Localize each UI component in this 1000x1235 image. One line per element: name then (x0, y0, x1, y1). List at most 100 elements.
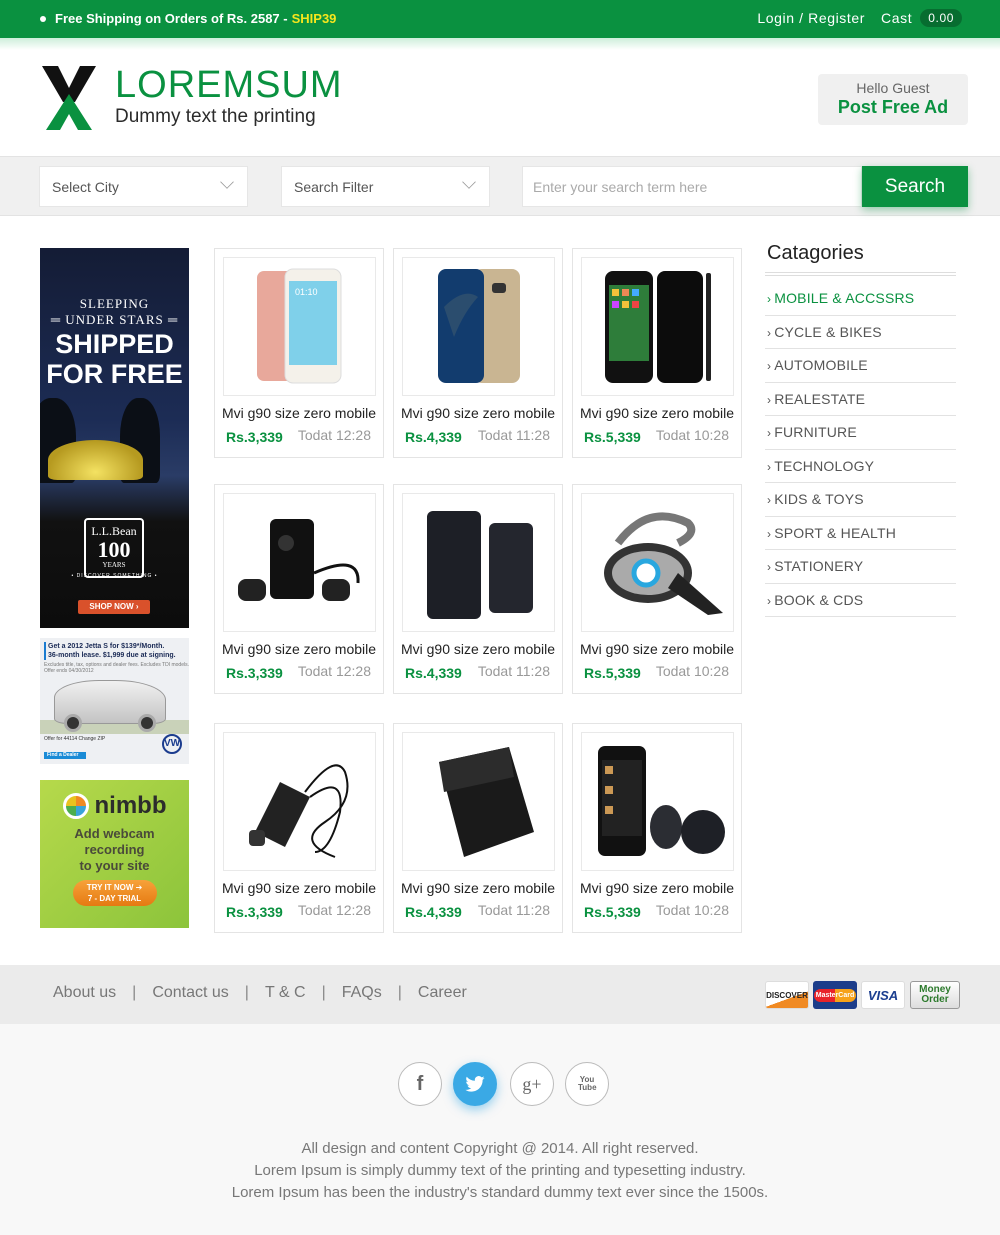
facebook-icon[interactable]: f (398, 1062, 442, 1106)
site-footer: f g+ You Tube All design and content Cop… (0, 1024, 1000, 1235)
google-plus-glyph: g+ (522, 1073, 542, 1094)
chevron-right-icon: › (767, 292, 772, 306)
logo-x-icon[interactable] (42, 66, 96, 130)
categories-title: Catagories (767, 242, 864, 264)
copyright-line: Lorem Ipsum has been the industry's stan… (231, 1184, 769, 1201)
product-title[interactable]: Mvi g90 size zero mobile (394, 405, 562, 421)
category-item[interactable]: › CYCLE & BIKES (765, 316, 956, 349)
llbean-years-number: 100 (97, 537, 131, 562)
category-item[interactable]: › BOOK & CDS (765, 584, 956, 617)
shop-now-button[interactable]: SHOP NOW › (78, 600, 150, 614)
category-item[interactable]: › TECHNOLOGY (765, 450, 956, 483)
product-card[interactable]: 01:10 Mvi g90 size zero mobile Rs.3,339 Tod… (214, 248, 384, 458)
promo-text: Free Shipping on Orders of Rs. 2587 - (55, 11, 288, 26)
footer-links-bar: About us | Contact us | T & C | FAQs | Career DI… (0, 965, 1000, 1024)
car-charger-image (248, 763, 348, 858)
link-separator: | (132, 984, 137, 1001)
footer-link-t-c[interactable]: T & C (265, 984, 306, 1002)
footer-link-career[interactable]: Career (418, 984, 467, 1002)
product-title[interactable]: Mvi g90 size zero mobile (215, 880, 383, 896)
twitter-icon[interactable] (453, 1062, 497, 1106)
login-register-link[interactable]: Login / Register (757, 10, 865, 26)
category-item[interactable]: › AUTOMOBILE (765, 349, 956, 383)
product-card[interactable]: Mvi g90 size zero mobile Rs.3,339 Todat 12… (214, 723, 384, 933)
product-image[interactable] (581, 257, 734, 396)
category-item[interactable]: › KIDS & TOYS (765, 483, 956, 517)
product-title[interactable]: Mvi g90 size zero mobile (215, 405, 383, 421)
nimbb-ad-banner[interactable]: nimbb Add webcam recording to your site … (40, 780, 189, 928)
product-title[interactable]: Mvi g90 size zero mobile (573, 405, 741, 421)
product-card[interactable]: Mvi g90 size zero mobile Rs.3,339 Todat 12… (214, 484, 384, 694)
category-label: TECHNOLOGY (774, 457, 875, 474)
product-card[interactable]: Mvi g90 size zero mobile Rs.5,339 Todat 10… (572, 723, 742, 933)
footer-link-contact-us[interactable]: Contact us (152, 984, 228, 1002)
product-price: Rs.3,339 (226, 665, 283, 681)
category-item[interactable]: › FURNITURE (765, 416, 956, 450)
promo-code: SHIP39 (291, 11, 337, 26)
categories-list: › MOBILE & ACCSSRS › CYCLE & BIKES › AUTOMOBI… (765, 282, 956, 617)
site-header: LOREMSUM Dummy text the printing Hello G… (0, 50, 1000, 156)
nimbb-logo: nimbb (40, 792, 189, 820)
product-title[interactable]: Mvi g90 size zero mobile (394, 880, 562, 896)
product-card[interactable]: Mvi g90 size zero mobile Rs.4,339 Todat 11… (393, 484, 563, 694)
google-plus-icon[interactable]: g+ (510, 1062, 554, 1106)
product-image[interactable] (581, 732, 734, 871)
brand-name[interactable]: LOREMSUM (115, 64, 343, 107)
twitter-bird-icon (465, 1076, 485, 1092)
category-item[interactable]: › MOBILE & ACCSSRS (765, 282, 956, 316)
guest-panel: Hello Guest Post Free Ad (818, 74, 968, 125)
visa-icon: VISA (861, 981, 905, 1009)
link-separator: | (244, 984, 249, 1001)
mastercard-label: MasterCard (813, 988, 857, 1002)
product-time: Todat 12:28 (297, 902, 371, 918)
top-bar: Free Shipping on Orders of Rs. 2587 - SH… (0, 0, 1000, 38)
product-title[interactable]: Mvi g90 size zero mobile (573, 880, 741, 896)
chevron-down-icon (462, 175, 476, 189)
chevron-right-icon: › (767, 593, 772, 608)
category-label: AUTOMOBILE (774, 357, 868, 373)
city-select[interactable]: Select City (39, 166, 248, 207)
cart-label[interactable]: Cast (881, 10, 912, 26)
product-title[interactable]: Mvi g90 size zero mobile (215, 641, 383, 657)
money-order-icon: Money Order (910, 981, 960, 1009)
footer-link-about-us[interactable]: About us (53, 984, 116, 1002)
product-image[interactable] (223, 732, 376, 871)
try-it-now-button[interactable]: TRY IT NOW ➔ 7 - DAY TRIAL (72, 880, 157, 906)
product-image[interactable]: 01:10 (223, 257, 376, 396)
category-label: KIDS & TOYS (774, 491, 864, 507)
category-item[interactable]: › SPORT & HEALTH (765, 517, 956, 550)
search-button[interactable]: Search (862, 166, 968, 207)
chevron-right-icon: › (767, 560, 772, 574)
product-title[interactable]: Mvi g90 size zero mobile (573, 641, 741, 657)
wheel-graphic (64, 714, 82, 732)
webcam-lens-icon (62, 793, 89, 819)
product-card[interactable]: Mvi g90 size zero mobile Rs.5,339 Todat 10… (572, 248, 742, 458)
cart-total-badge[interactable]: 0.00 (920, 9, 962, 27)
youtube-icon[interactable]: You Tube (565, 1062, 609, 1106)
find-dealer-button[interactable]: Find a Dealer (44, 752, 86, 759)
search-input[interactable] (522, 166, 862, 207)
llbean-ad-banner[interactable]: SLEEPING ═ UNDER STARS ═ SHIPPED FOR FRE… (40, 248, 189, 628)
vw-ad-banner[interactable]: Get a 2012 Jetta S for $139*/Month. 36-m… (40, 638, 189, 764)
product-image[interactable] (402, 257, 555, 396)
product-card[interactable]: Mvi g90 size zero mobile Rs.5,339 Todat 10… (572, 484, 742, 694)
chevron-right-icon: › (767, 493, 772, 507)
product-image[interactable] (402, 493, 555, 632)
ad-line: ═ UNDER STARS ═ (50, 312, 179, 327)
product-image[interactable] (581, 493, 734, 632)
product-card[interactable]: Mvi g90 size zero mobile Rs.4,339 Todat 11… (393, 723, 563, 933)
product-image[interactable] (223, 493, 376, 632)
product-title[interactable]: Mvi g90 size zero mobile (394, 641, 562, 657)
vw-offer: Offer for 44114 Change ZIP (44, 736, 106, 742)
post-free-ad-button[interactable]: Post Free Ad (818, 97, 968, 118)
category-label: STATIONERY (774, 558, 864, 574)
product-price: Rs.5,339 (584, 429, 641, 445)
product-card[interactable]: Mvi g90 size zero mobile Rs.4,339 Todat 11… (393, 248, 563, 458)
footer-link-faqs[interactable]: FAQs (342, 984, 382, 1002)
filter-select[interactable]: Search Filter (281, 166, 490, 207)
category-label: SPORT & HEALTH (774, 524, 897, 541)
product-image[interactable] (402, 732, 555, 871)
trial-label: 7 - DAY TRIAL (87, 894, 142, 903)
category-item[interactable]: › REALESTATE (765, 383, 956, 416)
category-item[interactable]: › STATIONERY (765, 550, 956, 584)
